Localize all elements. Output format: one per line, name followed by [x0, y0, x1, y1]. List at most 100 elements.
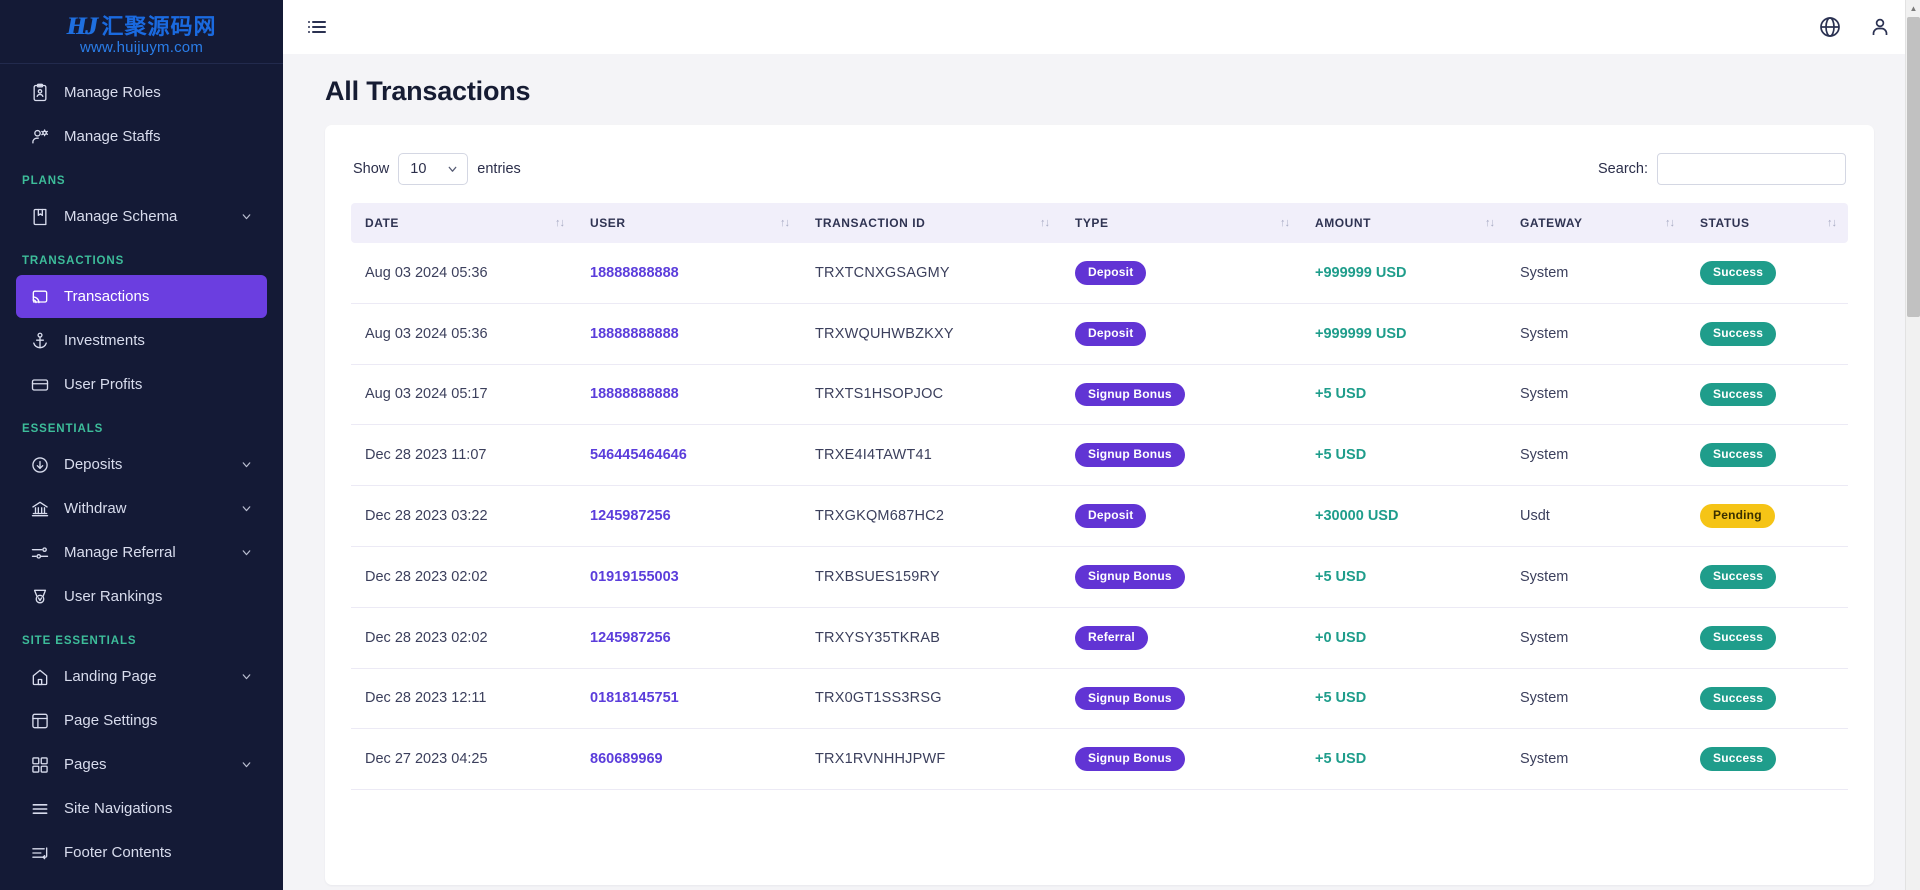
- sort-toggle-icon[interactable]: ↑↓: [555, 217, 565, 229]
- topbar: [283, 0, 1920, 54]
- sidebar-item-footer-contents[interactable]: Footer Contents: [16, 831, 267, 874]
- cell-type: Deposit: [1061, 485, 1301, 547]
- sidebar-item-label: Landing Page: [64, 668, 157, 685]
- sort-toggle-icon[interactable]: ↑↓: [780, 217, 790, 229]
- cell-amount: +5 USD: [1301, 424, 1506, 487]
- table-controls: Show 102550100 entries Search:: [351, 149, 1848, 203]
- sidebar-item-page-settings[interactable]: Page Settings: [16, 699, 267, 742]
- cell-gateway: System: [1506, 668, 1686, 730]
- user-link[interactable]: 1245987256: [590, 508, 671, 524]
- sidebar-group-label-site-essentials: SITE ESSENTIALS: [22, 635, 137, 647]
- sidebar-item-deposits[interactable]: Deposits: [16, 443, 267, 486]
- table-row: Dec 28 2023 02:02 01919155003 TRXBSUES159R…: [351, 546, 1848, 608]
- sidebar-item-label: Pages: [64, 756, 107, 773]
- user-link[interactable]: 01818145751: [590, 690, 679, 706]
- cell-txid: TRXBSUES159RY: [801, 546, 1061, 608]
- column-header-status[interactable]: Status ↑↓: [1686, 203, 1848, 243]
- sidebar-item-withdraw[interactable]: Withdraw: [16, 487, 267, 530]
- globe-icon[interactable]: [1818, 15, 1842, 39]
- list-menu-icon[interactable]: [305, 15, 329, 39]
- user-link[interactable]: 01919155003: [590, 569, 679, 585]
- sort-toggle-icon[interactable]: ↑↓: [1665, 217, 1675, 229]
- card-icon: [30, 375, 50, 395]
- user-icon[interactable]: [1868, 15, 1892, 39]
- sidebar-item-user-rankings[interactable]: User Rankings: [16, 575, 267, 618]
- column-header-date[interactable]: Date ↑↓: [351, 203, 576, 243]
- cell-date: Dec 28 2023 11:07: [351, 424, 576, 487]
- column-header-txid[interactable]: Transaction ID ↑↓: [801, 203, 1061, 243]
- chevron-down-icon[interactable]: [240, 670, 253, 683]
- user-link[interactable]: 860689969: [590, 751, 663, 767]
- sidebar-item-manage-roles[interactable]: Manage Roles: [16, 71, 267, 114]
- column-header-label: Status: [1700, 216, 1750, 230]
- gateway-value: System: [1520, 447, 1569, 464]
- sidebar-item-label: Transactions: [64, 288, 150, 305]
- sidebar-item-manage-referral[interactable]: Manage Referral: [16, 531, 267, 574]
- sort-toggle-icon[interactable]: ↑↓: [1485, 217, 1495, 229]
- user-gear-icon: [30, 127, 50, 147]
- cell-user: 01818145751: [576, 668, 801, 730]
- sidebar-item-user-profits[interactable]: User Profits: [16, 363, 267, 406]
- sidebar-item-manage-staffs[interactable]: Manage Staffs: [16, 115, 267, 158]
- sidebar-item-site-navigations[interactable]: Site Navigations: [16, 787, 267, 830]
- user-link[interactable]: 18888888888: [590, 265, 679, 281]
- chevron-down-icon[interactable]: [240, 502, 253, 515]
- sidebar-item-pages[interactable]: Pages: [16, 743, 267, 786]
- cell-type: Referral: [1061, 607, 1301, 669]
- user-link[interactable]: 18888888888: [590, 326, 679, 342]
- chevron-down-icon[interactable]: [240, 210, 253, 223]
- cell-status: Success: [1686, 364, 1848, 426]
- amount-value: +5 USD: [1315, 447, 1367, 464]
- sidebar-item-label: Withdraw: [64, 500, 127, 517]
- cell-date: Dec 28 2023 12:11: [351, 668, 576, 730]
- sidebar-item-transactions[interactable]: Transactions: [16, 275, 267, 318]
- cell-amount: +999999 USD: [1301, 243, 1506, 304]
- sidebar-item-investments[interactable]: Investments: [16, 319, 267, 362]
- cell-user: 18888888888: [576, 243, 801, 304]
- brand-logo[interactable]: HJ 汇聚源码网 www.huijuym.com: [0, 0, 283, 64]
- scroll-up-arrow[interactable]: ▲: [1906, 0, 1920, 17]
- sort-toggle-icon[interactable]: ↑↓: [1280, 217, 1290, 229]
- status-badge: Success: [1700, 564, 1777, 589]
- cast-icon: [30, 287, 50, 307]
- cell-user: 18888888888: [576, 364, 801, 426]
- chevron-down-icon[interactable]: [240, 458, 253, 471]
- transaction-date: Dec 28 2023 11:07: [365, 447, 487, 464]
- transaction-date: Aug 03 2024 05:36: [365, 264, 488, 281]
- cell-type: Signup Bonus: [1061, 364, 1301, 426]
- column-header-amount[interactable]: Amount ↑↓: [1301, 203, 1506, 243]
- cell-user: 546445464646: [576, 424, 801, 487]
- gateway-value: System: [1520, 568, 1569, 585]
- sort-toggle-icon[interactable]: ↑↓: [1040, 217, 1050, 229]
- status-badge: Pending: [1700, 504, 1775, 528]
- entries-select[interactable]: 102550100: [398, 153, 469, 185]
- transaction-id: TRXWQUHWBZKXY: [815, 325, 954, 342]
- user-link[interactable]: 1245987256: [590, 630, 671, 646]
- column-header-user[interactable]: User ↑↓: [576, 203, 801, 243]
- sidebar-group-label-essentials: ESSENTIALS: [22, 423, 104, 435]
- search-control: Search:: [1598, 153, 1846, 185]
- sidebar-item-landing-page[interactable]: Landing Page: [16, 655, 267, 698]
- column-header-label: Type: [1075, 216, 1109, 230]
- search-input[interactable]: [1657, 153, 1846, 185]
- entries-length-control: Show 102550100 entries: [353, 153, 521, 185]
- column-header-gateway[interactable]: Gateway ↑↓: [1506, 203, 1686, 243]
- sidebar-item-label: Footer Contents: [64, 844, 172, 861]
- amount-value: +0 USD: [1315, 629, 1367, 646]
- sidebar-item-label: Investments: [64, 332, 145, 349]
- sidebar-item-manage-schema[interactable]: Manage Schema: [16, 195, 267, 238]
- chevron-down-icon[interactable]: [240, 758, 253, 771]
- user-link[interactable]: 546445464646: [590, 447, 687, 463]
- sort-toggle-icon[interactable]: ↑↓: [1827, 217, 1837, 229]
- page-scrollbar[interactable]: ▲: [1905, 0, 1920, 890]
- cell-type: Deposit: [1061, 303, 1301, 365]
- chevron-down-icon[interactable]: [240, 546, 253, 559]
- bank-icon: [30, 499, 50, 519]
- anchor-icon: [30, 331, 50, 351]
- column-header-type[interactable]: Type ↑↓: [1061, 203, 1301, 243]
- table-row: Dec 27 2023 04:25 860689969 TRX1RVNHHJPWF S…: [351, 728, 1848, 791]
- user-link[interactable]: 18888888888: [590, 386, 679, 402]
- amount-value: +5 USD: [1315, 386, 1367, 403]
- scroll-thumb[interactable]: [1907, 17, 1920, 317]
- cell-date: Aug 03 2024 05:17: [351, 364, 576, 426]
